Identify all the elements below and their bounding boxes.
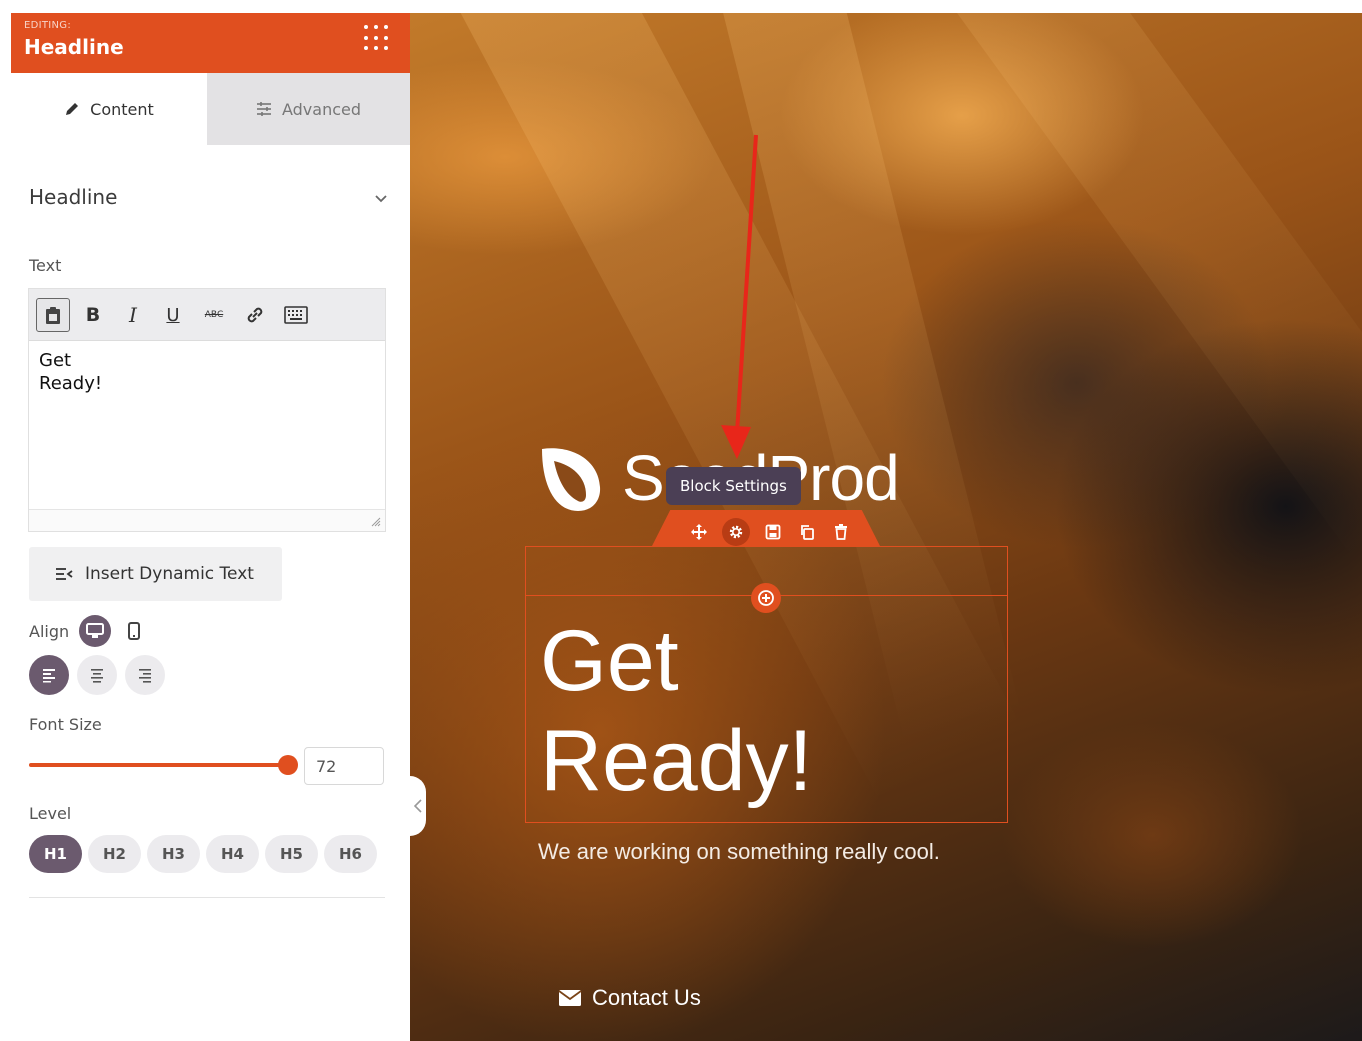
heading-level-group: H1 H2 H3 H4 H5 H6 bbox=[29, 835, 377, 873]
annotation-arrow bbox=[721, 134, 758, 459]
level-h1-button[interactable]: H1 bbox=[29, 835, 82, 873]
editing-title: Headline bbox=[24, 35, 124, 59]
keyboard-icon bbox=[284, 306, 308, 324]
level-h5-button[interactable]: H5 bbox=[265, 835, 318, 873]
level-h2-button[interactable]: H2 bbox=[88, 835, 141, 873]
align-center-button[interactable] bbox=[77, 655, 117, 695]
editing-label: EDITING: bbox=[24, 20, 72, 31]
strikethrough-button[interactable]: ABC bbox=[197, 298, 231, 332]
chevron-left-icon bbox=[414, 799, 422, 813]
align-right-icon bbox=[139, 669, 151, 683]
text-editor-content[interactable]: Get Ready! bbox=[39, 349, 369, 395]
level-label: Level bbox=[29, 804, 72, 823]
font-size-input[interactable]: 72 bbox=[304, 747, 384, 785]
align-label: Align bbox=[29, 621, 70, 641]
text-label: Text bbox=[29, 256, 62, 275]
font-size-label: Font Size bbox=[29, 715, 102, 734]
desktop-icon bbox=[86, 623, 105, 638]
paste-button[interactable] bbox=[36, 298, 70, 332]
section-title: Headline bbox=[29, 185, 118, 209]
pencil-icon bbox=[66, 103, 79, 115]
underline-button[interactable]: U bbox=[156, 298, 190, 332]
level-h6-button[interactable]: H6 bbox=[324, 835, 377, 873]
bold-button[interactable]: B bbox=[76, 298, 110, 332]
insert-dynamic-text-button[interactable]: Insert Dynamic Text bbox=[29, 547, 282, 601]
grid-menu-icon[interactable] bbox=[364, 25, 390, 51]
align-right-button[interactable] bbox=[125, 655, 165, 695]
insert-dynamic-text-label: Insert Dynamic Text bbox=[85, 564, 254, 584]
chevron-down-icon bbox=[375, 195, 387, 203]
align-center-icon bbox=[91, 669, 103, 683]
resize-grip-icon[interactable] bbox=[369, 515, 381, 527]
clipboard-icon bbox=[46, 307, 60, 324]
mobile-device-button[interactable] bbox=[121, 618, 147, 644]
italic-button[interactable]: I bbox=[116, 298, 150, 332]
text-editor: B I U ABC Get Ready! bbox=[28, 288, 386, 532]
section-divider bbox=[29, 897, 385, 898]
page-preview-canvas: SeedProd Block Settings Ge bbox=[410, 13, 1362, 1041]
sliders-icon bbox=[256, 102, 271, 116]
level-h3-button[interactable]: H3 bbox=[147, 835, 200, 873]
align-left-button[interactable] bbox=[29, 655, 69, 695]
align-row: Align bbox=[29, 615, 147, 647]
tab-advanced-label: Advanced bbox=[281, 99, 362, 119]
link-icon bbox=[247, 307, 263, 323]
collapse-sidebar-button[interactable] bbox=[410, 776, 426, 836]
link-button[interactable] bbox=[238, 298, 272, 332]
font-size-slider-handle[interactable] bbox=[278, 755, 298, 775]
editor-statusbar bbox=[29, 509, 385, 531]
app-window: EDITING: Headline Content Advanced Headl… bbox=[0, 0, 1362, 1041]
desktop-device-button[interactable] bbox=[79, 615, 112, 647]
tab-content-label: Content bbox=[90, 99, 154, 119]
justify-row bbox=[29, 655, 165, 695]
dynamic-text-icon bbox=[56, 568, 73, 580]
headline-section-toggle[interactable]: Headline bbox=[29, 185, 389, 215]
editor-sidebar: EDITING: Headline Content Advanced Headl… bbox=[11, 13, 410, 1041]
tab-advanced[interactable]: Advanced bbox=[207, 73, 410, 145]
sidebar-header: EDITING: Headline bbox=[11, 13, 410, 73]
align-left-icon bbox=[43, 669, 55, 683]
tab-content[interactable]: Content bbox=[11, 73, 207, 145]
sidebar-tabs: Content Advanced bbox=[11, 73, 410, 145]
font-size-slider-track[interactable] bbox=[29, 763, 288, 767]
editor-toolbar: B I U ABC bbox=[29, 289, 385, 341]
level-h4-button[interactable]: H4 bbox=[206, 835, 259, 873]
keyboard-button[interactable] bbox=[279, 298, 313, 332]
mobile-icon bbox=[128, 622, 141, 640]
